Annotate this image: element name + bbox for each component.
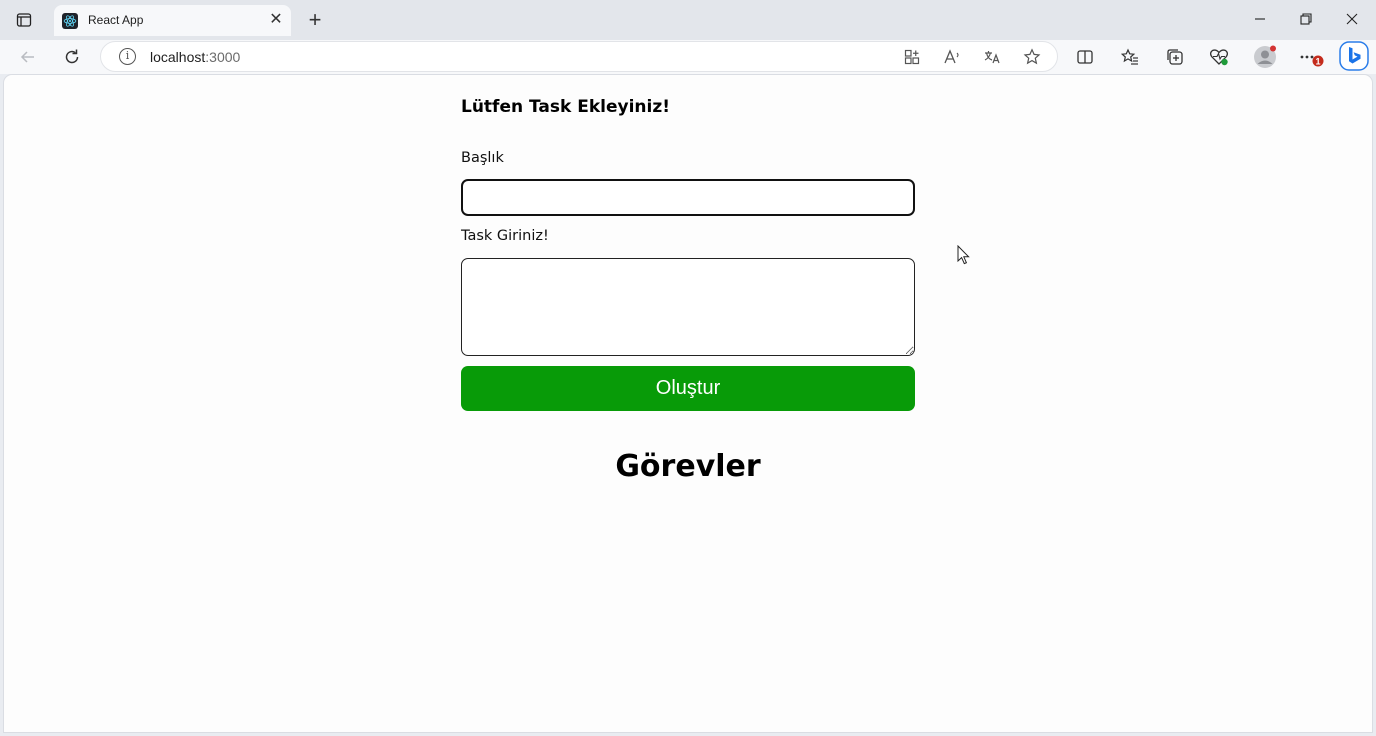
minimize-button[interactable] — [1240, 6, 1280, 32]
create-button[interactable]: Oluştur — [461, 366, 915, 411]
info-icon[interactable]: i — [119, 48, 136, 65]
translate-icon[interactable] — [981, 46, 1003, 68]
close-window-button[interactable] — [1332, 6, 1372, 32]
reload-icon[interactable] — [58, 43, 86, 71]
restore-button[interactable] — [1286, 6, 1326, 32]
bing-icon[interactable] — [1339, 40, 1369, 72]
new-tab-button[interactable]: + — [302, 8, 328, 32]
profile-icon[interactable] — [1252, 44, 1278, 70]
tab-title: React App — [88, 13, 144, 27]
collections-icon[interactable] — [1162, 44, 1188, 70]
title-label: Başlık — [461, 150, 504, 166]
tasks-title: Görevler — [615, 449, 761, 484]
browser-toolbar: i localhost:3000 1 — [0, 40, 1376, 74]
notification-badge: 1 — [1315, 57, 1320, 67]
url-text[interactable]: localhost:3000 — [150, 49, 240, 65]
close-tab-icon[interactable]: ✕ — [267, 11, 285, 29]
mouse-cursor-icon — [957, 244, 971, 265]
task-label: Task Giriniz! — [461, 228, 549, 244]
more-icon[interactable]: 1 — [1298, 44, 1324, 70]
tab-actions-icon[interactable] — [10, 9, 38, 31]
apps-icon[interactable] — [901, 46, 923, 68]
favorites-icon[interactable] — [1117, 44, 1143, 70]
heartbeat-icon[interactable] — [1206, 44, 1232, 70]
address-bar[interactable]: i localhost:3000 — [100, 41, 1058, 72]
tab-strip: React App ✕ + — [0, 0, 1376, 40]
page-viewport: Lütfen Task Ekleyiniz! Başlık Task Girin… — [4, 75, 1372, 732]
back-arrow-icon[interactable] — [14, 43, 42, 71]
browser-tab[interactable]: React App ✕ — [54, 5, 291, 36]
url-host: localhost — [150, 49, 206, 65]
read-aloud-icon[interactable] — [941, 46, 963, 68]
react-logo-icon — [62, 13, 78, 29]
task-textarea[interactable] — [461, 258, 915, 356]
title-input[interactable] — [461, 179, 915, 216]
url-port: :3000 — [205, 49, 241, 65]
star-icon[interactable] — [1021, 46, 1043, 68]
split-screen-icon[interactable] — [1072, 44, 1098, 70]
form-heading: Lütfen Task Ekleyiniz! — [461, 97, 670, 117]
